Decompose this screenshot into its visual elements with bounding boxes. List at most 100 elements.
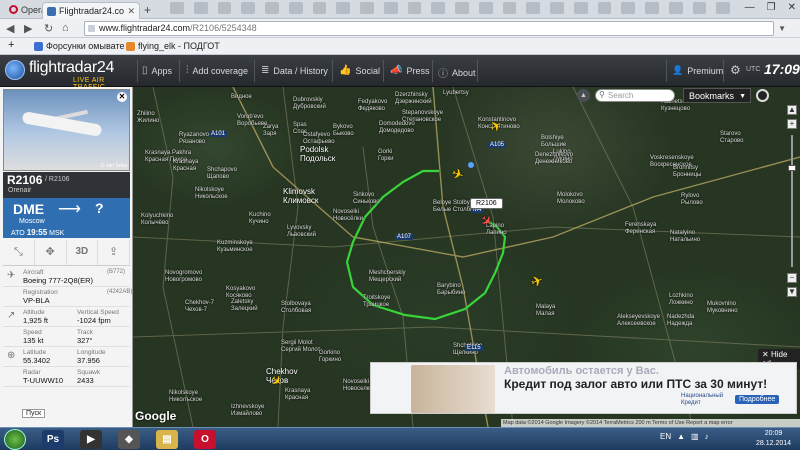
- ad-bank-name: Национальный Кредит: [681, 393, 724, 406]
- opera-taskbar-icon[interactable]: O: [194, 430, 216, 449]
- media-taskbar-icon[interactable]: ▶: [80, 430, 102, 449]
- map-view[interactable]: Видное Dzerzhinsky Дзержинский Lyubertsy Du…: [133, 87, 800, 427]
- place-label: Lozhkino Ложкино: [669, 293, 694, 306]
- map-nav-icon[interactable]: ▲: [577, 89, 590, 102]
- photo-credit: © Jan Seba: [100, 163, 127, 169]
- place-label: Malaya Малая: [536, 304, 556, 317]
- taskbar-clock[interactable]: 20:09 28.12.2014: [756, 429, 791, 449]
- address-field[interactable]: www.flightradar24.com/R2106/5254348: [84, 21, 774, 36]
- place-label: Dzerzhinsky Дзержинский: [395, 92, 432, 105]
- follow-icon[interactable]: ✥: [35, 240, 67, 265]
- place-label: Zhilino Жилино: [137, 111, 160, 124]
- windows-taskbar: Ps ▶ ◆ ▤ O EN ▲ ▥ ♪ 20:09 28.12.2014: [0, 427, 800, 450]
- new-tab-button[interactable]: +: [144, 3, 151, 17]
- bookmark-item[interactable]: flying_elk - ПОДГОТ: [126, 41, 220, 51]
- place-label: Ryazanovo Рязаново: [179, 132, 210, 145]
- minimize-icon[interactable]: —: [745, 2, 755, 13]
- close-window-icon[interactable]: ✕: [788, 2, 796, 13]
- logo[interactable]: flightradar24 LIVE AIR TRAFFIC: [5, 58, 125, 91]
- browser-tab[interactable]: Flightradar24.com - Live fl ✕: [42, 2, 140, 19]
- place-label: Molokovo Молоково: [557, 192, 585, 205]
- address-dropdown-icon[interactable]: ▼: [778, 24, 786, 33]
- alien-taskbar-icon[interactable]: ◆: [118, 430, 140, 449]
- language-indicator[interactable]: EN: [660, 432, 671, 441]
- back-icon[interactable]: ◀: [6, 22, 14, 35]
- share-icon[interactable]: ⇪: [98, 240, 130, 265]
- gear-icon[interactable]: ⚙: [730, 63, 741, 77]
- place-label: Denezhnikovo Денежниково: [535, 152, 574, 165]
- playback-clock-icon[interactable]: [756, 89, 769, 102]
- place-label: Beloye Stolby Белые Столбы: [433, 200, 475, 213]
- route-box: DME Moscow ⟶ ? ATO 19:55 MSK: [3, 198, 130, 238]
- thumbs-up-icon: 👍: [339, 65, 352, 76]
- logo-text: flightradar24: [29, 59, 115, 76]
- place-label: Stolbovaya Столбовая: [281, 301, 312, 314]
- volume-icon[interactable]: ♪: [705, 432, 709, 441]
- aircraft-callout[interactable]: R2106: [470, 198, 503, 209]
- zoom-out-button[interactable]: −: [787, 273, 797, 283]
- menu-apps[interactable]: ▯ Apps: [142, 65, 172, 76]
- map-bookmarks-dropdown[interactable]: Bookmarks ▼: [683, 88, 751, 103]
- place-label: Novoselki Новоселки: [343, 379, 373, 392]
- close-panel-icon[interactable]: ✕: [117, 92, 127, 102]
- altitude-icon: ↗: [7, 310, 16, 321]
- menu-about[interactable]: ⓘ About: [438, 65, 476, 81]
- place-label: Gorki Горки: [378, 149, 394, 162]
- search-icon: ⚲: [599, 90, 605, 99]
- place-label: Klimovsk Климовск: [283, 187, 319, 205]
- add-bookmark-icon[interactable]: +: [8, 39, 14, 51]
- advertisement-banner[interactable]: Автомобиль остается у Вас. Кредит под за…: [370, 362, 797, 414]
- detail-row-registration: Registration VP-BLA (4242AB): [3, 287, 132, 307]
- home-icon[interactable]: ⌂: [62, 22, 69, 34]
- user-icon: 👤: [672, 65, 684, 75]
- place-label: Alekseyevskoye Алексеевское: [617, 314, 661, 327]
- route-icon[interactable]: ⤡: [3, 240, 35, 265]
- map-attribution[interactable]: Map data ©2014 Google Imagery ©2014 Terr…: [501, 419, 800, 427]
- premium-button[interactable]: 👤 Premium: [672, 65, 723, 76]
- detail-row-altitude: ↗ Altitude 1,925 ft Vertical Speed -1024 f…: [3, 307, 130, 327]
- app-header: flightradar24 LIVE AIR TRAFFIC ▯Apps ⫶Ad…: [0, 55, 800, 91]
- google-logo: Google: [135, 409, 177, 423]
- menu-label: Data / History: [273, 65, 328, 76]
- place-label: Natalyino Натальино: [670, 230, 701, 243]
- place-label: Novoselki Новосёлки: [333, 209, 363, 222]
- place-label: Bronnitsy Бронницы: [673, 165, 702, 178]
- site-info-icon[interactable]: [88, 25, 95, 32]
- reload-icon[interactable]: ↻: [44, 22, 53, 35]
- place-label: Nadezhda Надежда: [667, 314, 695, 327]
- airport-marker[interactable]: [468, 162, 474, 168]
- view-3d-button[interactable]: 3D: [67, 240, 99, 265]
- place-label: Izhnevskoye Измайлово: [231, 404, 265, 417]
- flight-info-panel: © Jan Seba ✕ R2106 / R2106 Orenair DME M…: [0, 87, 133, 427]
- origin-code[interactable]: DME: [13, 201, 44, 217]
- maximize-icon[interactable]: ❐: [767, 2, 776, 13]
- explorer-taskbar-icon[interactable]: ▤: [156, 430, 178, 449]
- menu-data-history[interactable]: ≣ Data / History: [261, 65, 328, 76]
- menu-social[interactable]: 👍 Social: [339, 65, 380, 76]
- tab-close-icon[interactable]: ✕: [127, 6, 135, 17]
- place-label: Kolyuchkino Колычёво: [141, 213, 174, 226]
- menu-press[interactable]: 📣 Press: [390, 65, 429, 76]
- map-search-input[interactable]: Search: [595, 89, 675, 102]
- network-icon[interactable]: ▥: [691, 432, 699, 441]
- place-label: Troitskoye Троицкое: [363, 295, 391, 308]
- info-icon: ⓘ: [438, 69, 448, 80]
- start-button[interactable]: [4, 429, 26, 450]
- aircraft-photo[interactable]: © Jan Seba ✕: [3, 89, 130, 171]
- place-label: Kuzminskoye Кузьминское: [217, 240, 253, 253]
- bookmark-item[interactable]: Форсунки омывате: [34, 41, 124, 51]
- place-label: Dubrovskiy Дубровский: [293, 97, 326, 110]
- forward-icon[interactable]: ▶: [24, 22, 32, 35]
- zoom-slider-handle[interactable]: [788, 165, 796, 171]
- ad-more-button[interactable]: Подробнее: [735, 395, 780, 404]
- zoom-track[interactable]: [791, 135, 793, 267]
- photoshop-taskbar-icon[interactable]: Ps: [42, 430, 64, 449]
- pan-down-icon[interactable]: ▼: [787, 287, 797, 297]
- tray-arrow-icon[interactable]: ▲: [677, 432, 685, 441]
- menu-add-coverage[interactable]: ⫶ Add coverage: [186, 65, 248, 76]
- zoom-in-button[interactable]: +: [787, 119, 797, 129]
- ad-headline: Автомобиль остается у Вас.: [504, 365, 659, 377]
- pan-up-icon[interactable]: ▲: [787, 105, 797, 115]
- place-label: Fedyakovo Федяково: [358, 99, 388, 112]
- place-label: Kuchino Кучино: [249, 212, 271, 225]
